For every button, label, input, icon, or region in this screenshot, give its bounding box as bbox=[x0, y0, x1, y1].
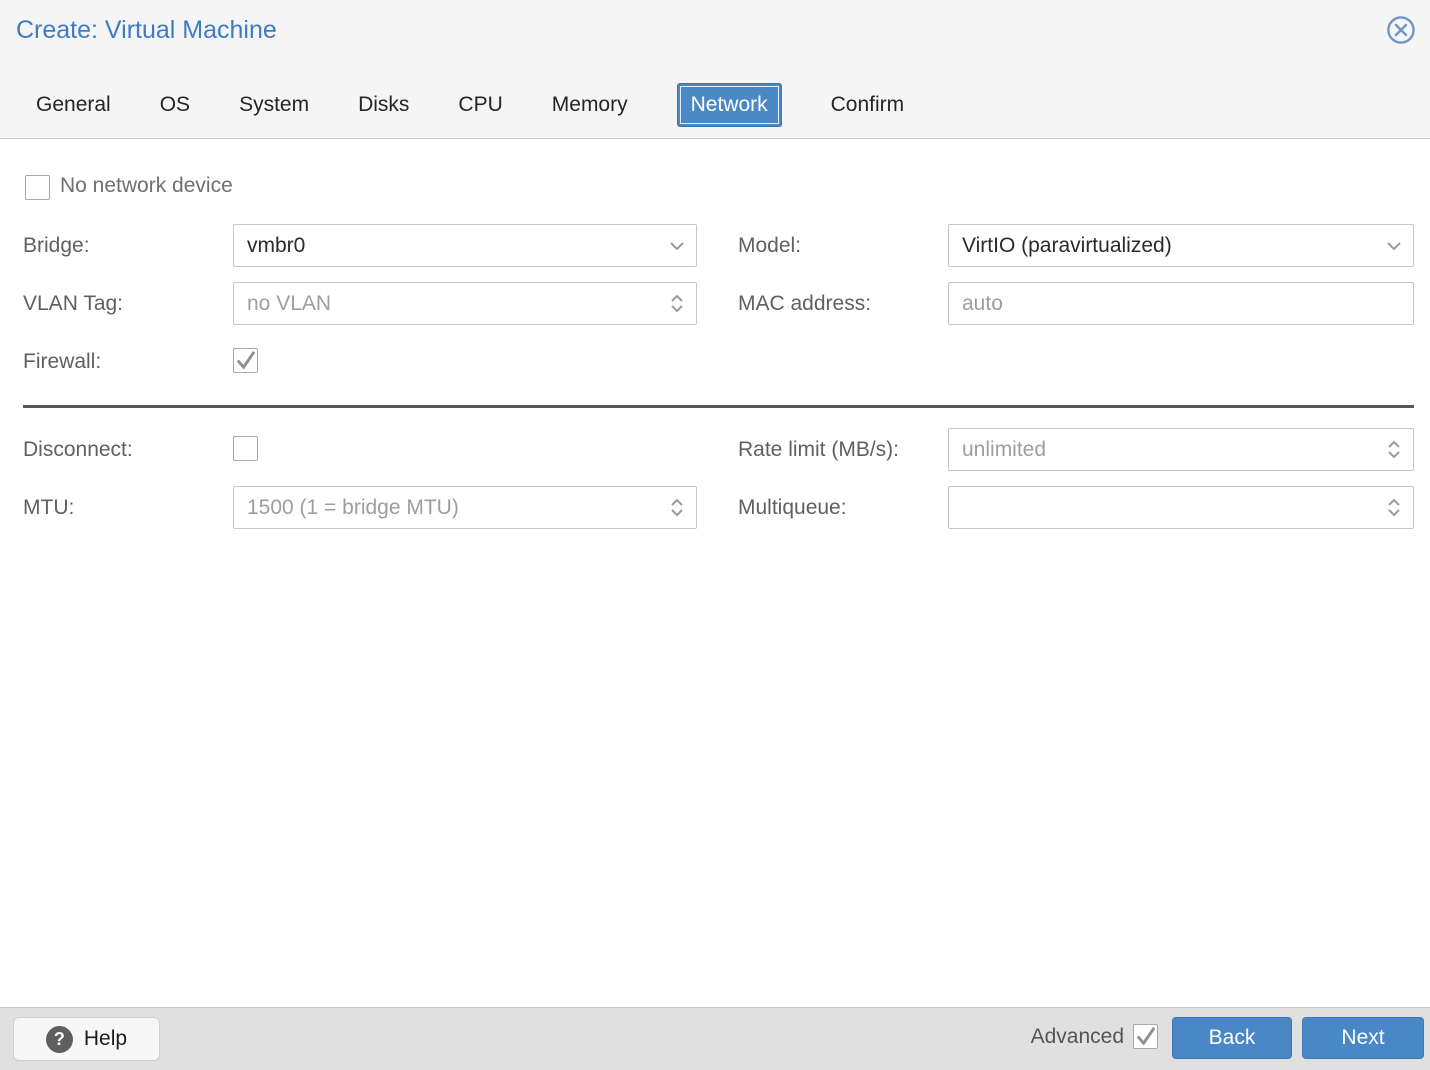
model-label: Model: bbox=[738, 234, 802, 257]
chevron-down-icon bbox=[1388, 509, 1400, 517]
help-button-label: Help bbox=[83, 1027, 128, 1050]
tab-cpu[interactable]: CPU bbox=[458, 84, 502, 126]
chevron-down-icon bbox=[1387, 241, 1401, 250]
advanced-label: Advanced bbox=[1030, 1024, 1124, 1048]
mtu-input[interactable] bbox=[234, 487, 696, 528]
firewall-checkbox[interactable] bbox=[233, 348, 258, 373]
dialog-header: Create: Virtual Machine General OS Syste… bbox=[0, 0, 1430, 139]
multiqueue-input[interactable] bbox=[949, 487, 1413, 528]
advanced-checkbox[interactable] bbox=[1133, 1024, 1158, 1049]
question-mark-icon: ? bbox=[45, 1025, 73, 1053]
vlan-tag-label: VLAN Tag: bbox=[23, 292, 124, 315]
disconnect-checkbox[interactable] bbox=[233, 436, 258, 461]
tab-os[interactable]: OS bbox=[160, 84, 190, 126]
chevron-down-icon bbox=[1388, 451, 1400, 459]
vlan-tag-spinner bbox=[233, 282, 697, 325]
dialog-title: Create: Virtual Machine bbox=[16, 16, 277, 44]
chevron-up-icon bbox=[671, 294, 683, 302]
back-button[interactable]: Back bbox=[1172, 1017, 1292, 1059]
no-network-device-label: No network device bbox=[60, 174, 233, 197]
tab-bar: General OS System Disks CPU Memory Netwo… bbox=[36, 80, 904, 130]
bridge-label: Bridge: bbox=[23, 234, 90, 257]
multiqueue-spin-buttons[interactable] bbox=[1375, 487, 1413, 528]
bridge-combobox bbox=[233, 224, 697, 267]
tab-confirm[interactable]: Confirm bbox=[831, 84, 905, 126]
close-button[interactable] bbox=[1385, 14, 1417, 51]
no-network-device-checkbox[interactable] bbox=[25, 175, 50, 200]
rate-limit-spin-buttons[interactable] bbox=[1375, 429, 1413, 470]
check-icon bbox=[1136, 1027, 1156, 1046]
help-button[interactable]: ? Help bbox=[13, 1017, 160, 1061]
multiqueue-spinner bbox=[948, 486, 1414, 529]
bridge-dropdown-trigger[interactable] bbox=[658, 225, 696, 266]
mac-address-field bbox=[948, 282, 1414, 325]
dialog-footer: ? Help Advanced Back Next bbox=[0, 1007, 1430, 1070]
rate-limit-label: Rate limit (MB/s): bbox=[738, 438, 900, 461]
vlan-tag-input[interactable] bbox=[234, 283, 696, 324]
multiqueue-label: Multiqueue: bbox=[738, 496, 847, 519]
chevron-up-icon bbox=[1388, 440, 1400, 448]
mac-address-label: MAC address: bbox=[738, 292, 872, 315]
mac-address-input[interactable] bbox=[949, 283, 1413, 324]
close-icon bbox=[1385, 14, 1417, 51]
chevron-down-icon bbox=[671, 509, 683, 517]
vlan-tag-spin-buttons[interactable] bbox=[658, 283, 696, 324]
tab-memory[interactable]: Memory bbox=[552, 84, 628, 126]
chevron-down-icon bbox=[670, 241, 684, 250]
firewall-label: Firewall: bbox=[23, 350, 102, 373]
chevron-up-icon bbox=[1388, 498, 1400, 506]
network-tab-panel: No network device Bridge: Model: VLAN Ta… bbox=[0, 139, 1430, 1007]
section-divider bbox=[23, 405, 1414, 408]
tab-general[interactable]: General bbox=[36, 84, 111, 126]
next-button[interactable]: Next bbox=[1302, 1017, 1424, 1059]
check-icon bbox=[236, 351, 256, 370]
mtu-spin-buttons[interactable] bbox=[658, 487, 696, 528]
rate-limit-spinner bbox=[948, 428, 1414, 471]
model-dropdown-trigger[interactable] bbox=[1375, 225, 1413, 266]
model-input[interactable] bbox=[949, 225, 1413, 266]
rate-limit-input[interactable] bbox=[949, 429, 1413, 470]
tab-network[interactable]: Network bbox=[676, 83, 782, 127]
disconnect-label: Disconnect: bbox=[23, 438, 133, 461]
mtu-label: MTU: bbox=[23, 496, 75, 519]
chevron-down-icon bbox=[671, 305, 683, 313]
tab-system[interactable]: System bbox=[239, 84, 309, 126]
tab-disks[interactable]: Disks bbox=[358, 84, 409, 126]
chevron-up-icon bbox=[671, 498, 683, 506]
model-combobox bbox=[948, 224, 1414, 267]
mtu-spinner bbox=[233, 486, 697, 529]
advanced-toggle: Advanced bbox=[1031, 1024, 1158, 1049]
bridge-input[interactable] bbox=[234, 225, 696, 266]
create-vm-dialog: Create: Virtual Machine General OS Syste… bbox=[0, 0, 1430, 1070]
